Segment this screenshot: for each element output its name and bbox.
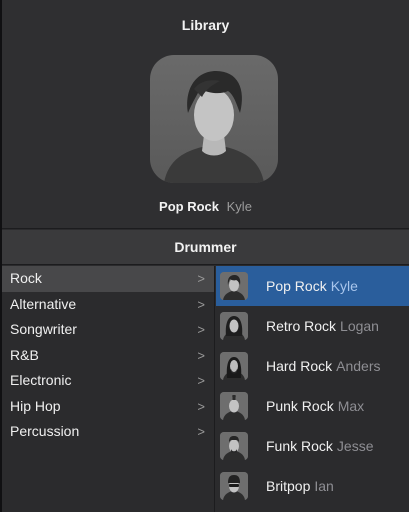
drummer-portrait-icon bbox=[150, 55, 278, 183]
drummer-text: Britpop Ian bbox=[266, 466, 334, 506]
chevron-right-icon: > bbox=[197, 322, 205, 337]
selected-preset-line: Pop Rock Kyle bbox=[2, 199, 409, 214]
drummer-text: Pop Rock Kyle bbox=[266, 266, 358, 306]
drummer-jesse-icon bbox=[220, 432, 248, 460]
genre-list: Rock > Alternative > Songwriter > R&B > … bbox=[2, 266, 215, 512]
drummer-style: Britpop bbox=[266, 478, 311, 494]
drummer-item-pop-rock[interactable]: Pop Rock Kyle bbox=[216, 266, 409, 306]
drummer-kyle-icon bbox=[220, 272, 248, 300]
drummer-text: Funk Rock Jesse bbox=[266, 426, 374, 466]
drummer-item-retro-rock[interactable]: Retro Rock Logan bbox=[216, 306, 409, 346]
genre-label: Percussion bbox=[10, 423, 80, 439]
drummer-text: Punk Rock Max bbox=[266, 386, 364, 426]
library-header: Library Pop Rock Kyle bbox=[2, 0, 409, 229]
drummer-list: Pop Rock Kyle Retro Rock Logan Hard Rock… bbox=[216, 266, 409, 512]
genre-item-percussion[interactable]: Percussion > bbox=[2, 419, 214, 445]
genre-label: R&B bbox=[10, 346, 39, 363]
genre-item-electronic[interactable]: Electronic > bbox=[2, 368, 214, 394]
genre-item-hip-hop[interactable]: Hip Hop > bbox=[2, 394, 214, 420]
chevron-right-icon: > bbox=[197, 271, 205, 286]
drummer-style: Retro Rock bbox=[266, 318, 337, 334]
drummer-text: Retro Rock Logan bbox=[266, 306, 379, 346]
chevron-right-icon: > bbox=[197, 398, 205, 414]
genre-label: Alternative bbox=[10, 295, 77, 312]
drummer-max-icon bbox=[220, 392, 248, 420]
chevron-right-icon: > bbox=[197, 424, 205, 439]
drummer-anders-icon bbox=[220, 352, 248, 380]
drummer-text: Hard Rock Anders bbox=[266, 346, 381, 386]
drummer-item-hard-rock[interactable]: Hard Rock Anders bbox=[216, 346, 409, 386]
drummer-name: Kyle bbox=[330, 278, 358, 294]
drummer-item-punk-rock[interactable]: Punk Rock Max bbox=[216, 386, 409, 426]
drummer-style: Pop Rock bbox=[266, 278, 327, 294]
drummer-name: Jesse bbox=[336, 438, 374, 454]
library-title: Library bbox=[181, 17, 230, 33]
drummer-item-funk-rock[interactable]: Funk Rock Jesse bbox=[216, 426, 409, 466]
drummer-logan-icon bbox=[220, 312, 248, 340]
genre-label: Hip Hop bbox=[10, 397, 61, 414]
selected-preset-name: Pop Rock bbox=[159, 199, 220, 214]
selected-drummer-name: Kyle bbox=[226, 199, 252, 214]
genre-item-rock[interactable]: Rock > bbox=[2, 266, 214, 292]
library-panel: Library Pop Rock Kyle Drummer Rock > Alt… bbox=[0, 0, 409, 512]
genre-item-rnb[interactable]: R&B > bbox=[2, 343, 214, 369]
drummer-style: Funk Rock bbox=[266, 438, 333, 454]
genre-label: Songwriter bbox=[10, 321, 77, 337]
drummer-style: Punk Rock bbox=[266, 398, 334, 414]
chevron-right-icon: > bbox=[197, 296, 205, 312]
drummer-style: Hard Rock bbox=[266, 358, 333, 374]
chevron-right-icon: > bbox=[197, 347, 205, 363]
genre-label: Electronic bbox=[10, 372, 72, 388]
drummer-name: Logan bbox=[340, 318, 379, 334]
drummer-item-britpop[interactable]: Britpop Ian bbox=[216, 466, 409, 506]
chevron-right-icon: > bbox=[197, 373, 205, 388]
drummer-name: Max bbox=[337, 398, 365, 414]
drummer-name: Anders bbox=[336, 358, 381, 374]
genre-item-alternative[interactable]: Alternative > bbox=[2, 292, 214, 318]
drummer-section-header: Drummer bbox=[2, 230, 409, 265]
genre-label: Rock bbox=[10, 270, 42, 286]
drummer-name: Ian bbox=[314, 478, 334, 494]
genre-item-songwriter[interactable]: Songwriter > bbox=[2, 317, 214, 343]
drummer-ian-icon bbox=[220, 472, 248, 500]
